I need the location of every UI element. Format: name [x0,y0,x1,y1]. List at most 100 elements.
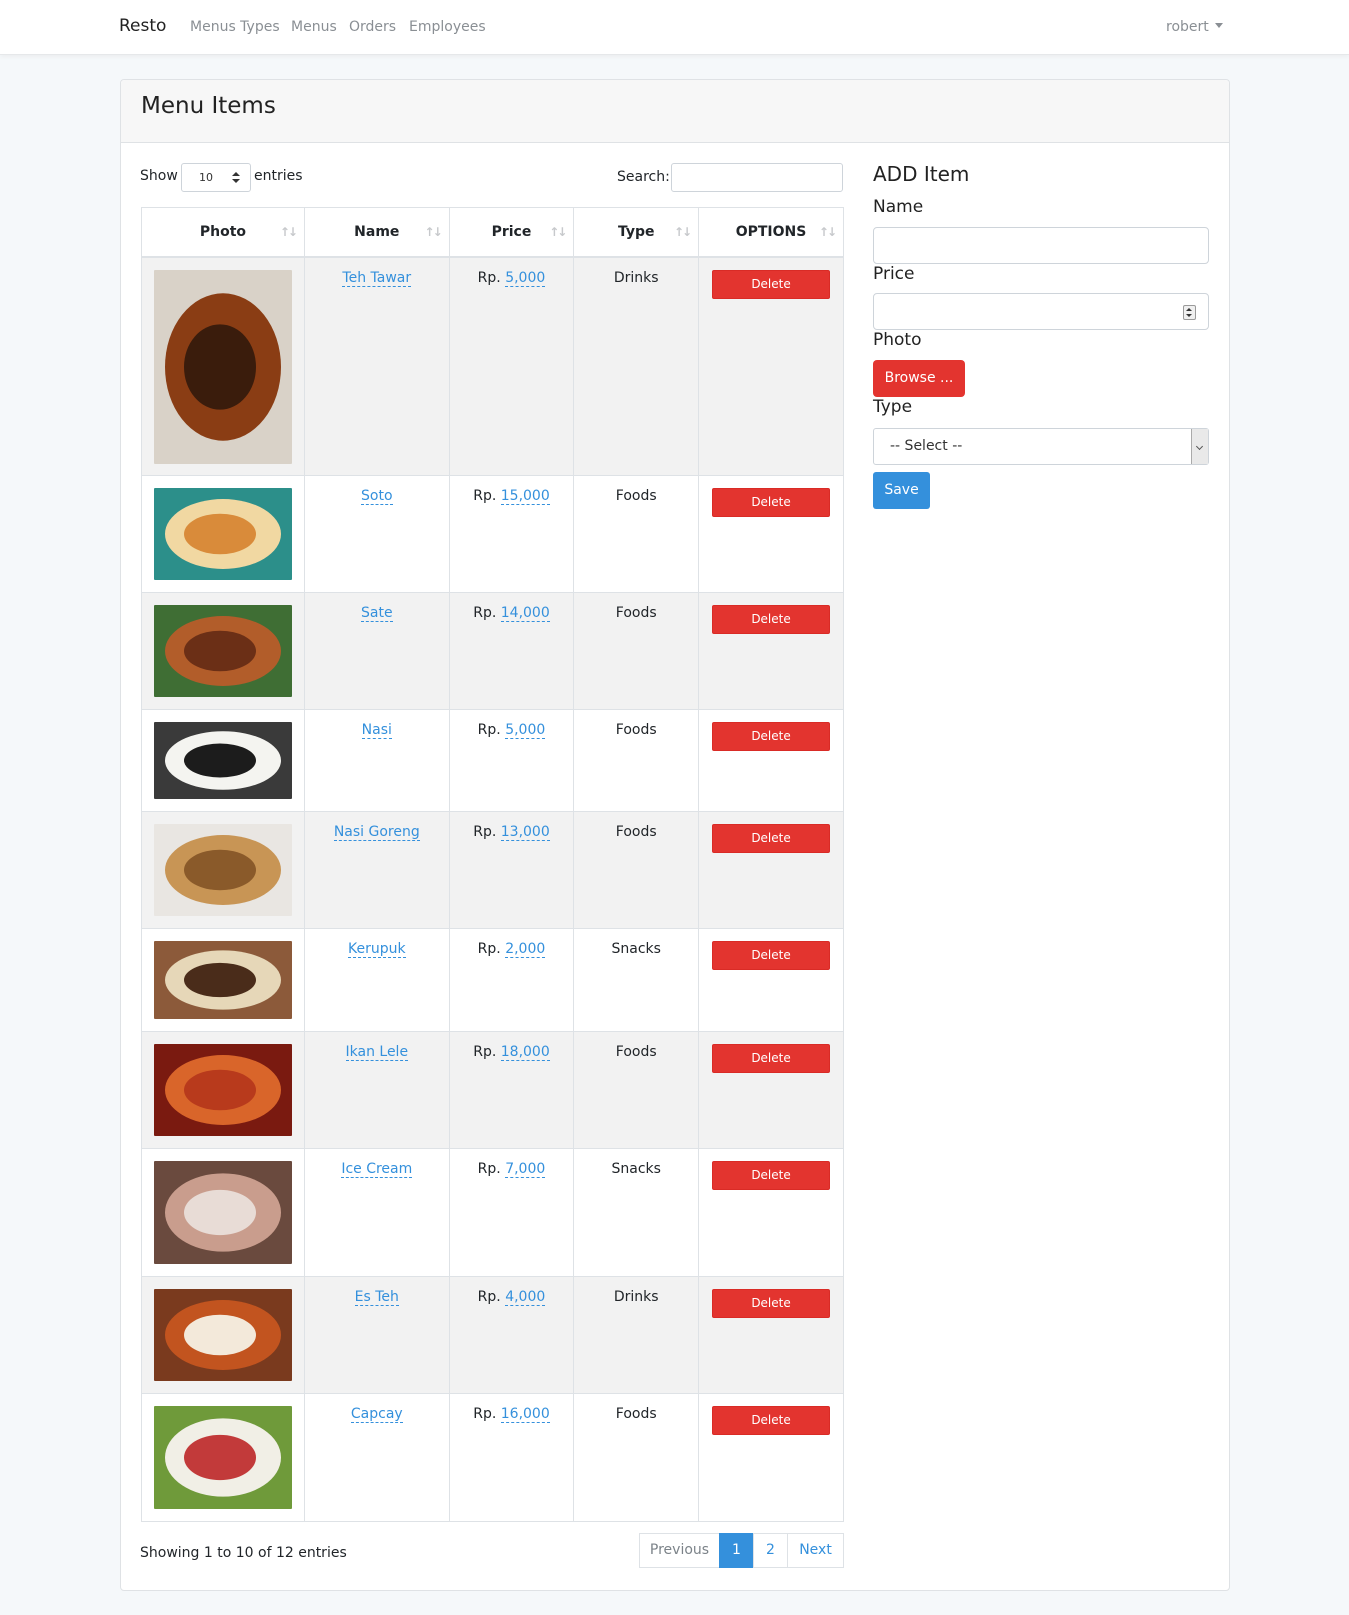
page-length-value: 10 [199,171,213,184]
type-cell: Snacks [573,928,700,1032]
type-cell: Snacks [573,1148,700,1277]
delete-button[interactable]: Delete [712,269,831,299]
price-prefix: Rp. [477,1161,501,1177]
price-cell: Rp. 13,000 [448,811,575,929]
browse-button[interactable]: Browse ... [873,360,965,397]
editable-price[interactable]: 4,000 [505,1289,546,1306]
photo-cell [141,1393,305,1522]
sort-icon: ↑↓ [424,225,443,239]
table-row: Kerupuk Rp. 2,000 Snacks Delete [141,928,844,1032]
column-header-label: Type [617,223,655,240]
column-header-photo[interactable]: Photo ↑↓ [141,207,305,258]
chevron-down-icon [1191,429,1208,464]
delete-button[interactable]: Delete [712,1044,831,1073]
options-cell: Delete [698,709,844,812]
price-prefix: Rp. [477,1289,501,1305]
type-select[interactable]: -- Select -- [873,428,1209,465]
photo-cell [141,1031,305,1149]
sort-icon: ↑↓ [818,225,837,239]
delete-button[interactable]: Delete [712,722,831,751]
type-cell: Foods [573,592,700,710]
editable-price[interactable]: 5,000 [505,722,546,739]
nav-link-menus[interactable]: Menus [291,19,337,35]
price-cell: Rp. 15,000 [448,475,575,593]
photo-cell [141,1276,305,1394]
add-item-title: ADD Item [873,162,970,186]
delete-button[interactable]: Delete [712,824,831,853]
editable-name[interactable]: Kerupuk [347,941,406,958]
photo-food [184,849,256,891]
delete-button[interactable]: Delete [712,1161,831,1190]
delete-button[interactable]: Delete [712,1289,831,1318]
price-cell: Rp. 4,000 [448,1276,575,1394]
editable-name[interactable]: Ikan Lele [345,1044,409,1061]
name-input[interactable] [873,227,1209,264]
delete-button[interactable]: Delete [712,488,831,517]
photo-cell [141,475,305,593]
search-label: Search: [617,169,670,185]
editable-name[interactable]: Capcay [350,1406,403,1423]
editable-price[interactable]: 5,000 [505,269,546,287]
page-length-select[interactable]: 10 [181,163,251,192]
editable-price[interactable]: 13,000 [500,824,550,841]
page-title: Menu Items [141,93,276,119]
editable-name[interactable]: Teh Tawar [342,269,412,287]
crackers-photo [154,941,292,1019]
table-row: Ikan Lele Rp. 18,000 Foods Delete [141,1031,844,1149]
photo-cell [141,592,305,710]
column-header-options[interactable]: OPTIONS ↑↓ [698,207,844,258]
nav-link-employees[interactable]: Employees [409,19,486,35]
table-row: Teh Tawar Rp. 5,000 Drinks Delete [141,256,844,476]
user-dropdown[interactable]: robert [1166,19,1223,35]
delete-button[interactable]: Delete [712,605,831,634]
editable-price[interactable]: 14,000 [500,605,550,622]
column-header-label: Price [491,223,532,240]
price-input[interactable] [873,293,1209,330]
editable-price[interactable]: 18,000 [500,1044,550,1061]
type-cell: Foods [573,1393,700,1522]
editable-name[interactable]: Soto [361,488,393,505]
menu-items-table: Photo ↑↓ Name ↑↓ Price ↑↓ Type ↑↓ OPTIONS ↑↓ … [141,207,844,1522]
name-cell: Capcay [303,1393,450,1522]
iced-tea-photo [154,269,292,464]
photo-cell [141,256,305,476]
editable-price[interactable]: 7,000 [505,1161,546,1178]
brand-logo[interactable]: Resto [119,16,166,36]
sort-icon: ↑↓ [549,225,567,239]
editable-price[interactable]: 16,000 [500,1406,550,1423]
editable-price[interactable]: 15,000 [500,488,550,505]
pagination-previous[interactable]: Previous [639,1533,720,1568]
editable-name[interactable]: Es Teh [354,1289,399,1306]
number-spinner-icon[interactable] [1183,305,1196,320]
delete-button[interactable]: Delete [712,941,831,970]
photo-food [184,1314,256,1356]
type-cell: Foods [573,709,700,812]
search-input[interactable] [671,163,843,192]
name-label: Name [873,197,924,217]
photo-food [184,743,256,778]
editable-name[interactable]: Nasi [361,722,392,739]
table-row: Capcay Rp. 16,000 Foods Delete [141,1393,844,1522]
pagination-next[interactable]: Next [787,1533,844,1568]
delete-button[interactable]: Delete [712,1406,831,1435]
editable-price[interactable]: 2,000 [505,941,546,958]
editable-name[interactable]: Nasi Goreng [333,824,420,841]
price-prefix: Rp. [473,1406,497,1422]
pagination-page-2[interactable]: 2 [753,1533,788,1568]
column-header-name[interactable]: Name ↑↓ [303,207,450,258]
pagination-page-1[interactable]: 1 [719,1533,754,1568]
es-teh-photo [154,1289,292,1381]
column-header-price[interactable]: Price ↑↓ [448,207,575,258]
column-header-label: Photo [199,223,247,240]
column-header-type[interactable]: Type ↑↓ [573,207,700,258]
price-cell: Rp. 14,000 [448,592,575,710]
editable-name[interactable]: Sate [361,605,393,622]
save-button[interactable]: Save [873,472,930,509]
nav-link-orders[interactable]: Orders [349,19,396,35]
name-cell: Nasi Goreng [303,811,450,929]
nav-link-menus-types[interactable]: Menus Types [190,19,280,35]
table-row: Nasi Goreng Rp. 13,000 Foods Delete [141,811,844,929]
editable-name[interactable]: Ice Cream [341,1161,413,1178]
rice-photo [154,722,292,799]
name-cell: Kerupuk [303,928,450,1032]
